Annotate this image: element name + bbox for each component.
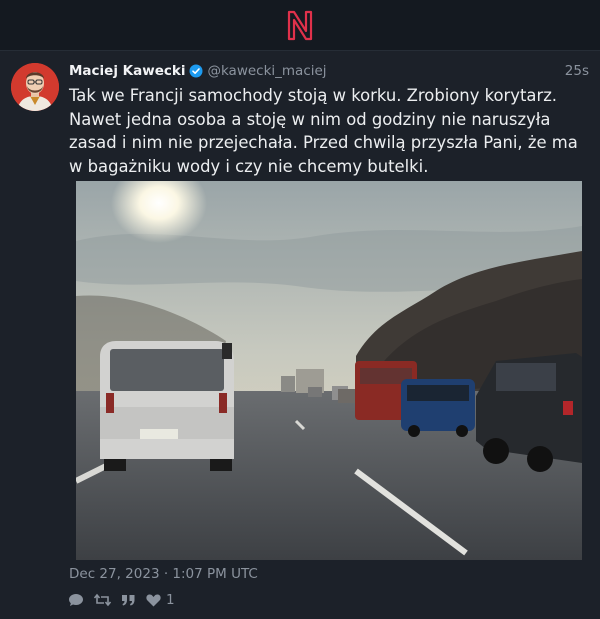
like-button[interactable]: 1 [146, 592, 175, 608]
tweet-date[interactable]: Dec 27, 2023 · 1:07 PM UTC [69, 566, 258, 582]
retweet-icon [94, 593, 111, 607]
retweet-button[interactable] [94, 593, 111, 607]
author-handle[interactable]: @kawecki_maciej [207, 63, 326, 79]
nitter-logo-icon[interactable] [286, 9, 314, 41]
tweet-card: Maciej Kawecki @kawecki_maciej 25s Tak w… [0, 51, 600, 619]
tweet-header: Maciej Kawecki @kawecki_maciej 25s [69, 61, 589, 81]
reply-button[interactable] [68, 593, 84, 607]
like-count: 1 [166, 592, 175, 608]
top-nav-bar [0, 0, 600, 51]
tweet-image[interactable] [76, 181, 582, 560]
tweet-time[interactable]: 25s [565, 63, 589, 79]
author-name[interactable]: Maciej Kawecki [69, 63, 185, 79]
avatar[interactable] [11, 63, 59, 111]
verified-badge-icon [189, 64, 203, 78]
quote-button[interactable] [121, 593, 136, 607]
tweet-actions: 1 [68, 591, 185, 609]
speech-bubble-icon [68, 593, 84, 607]
tweet-text: Tak we Francji samochody stoją w korku. … [69, 86, 578, 176]
quote-icon [121, 593, 136, 607]
heart-icon [146, 593, 161, 607]
